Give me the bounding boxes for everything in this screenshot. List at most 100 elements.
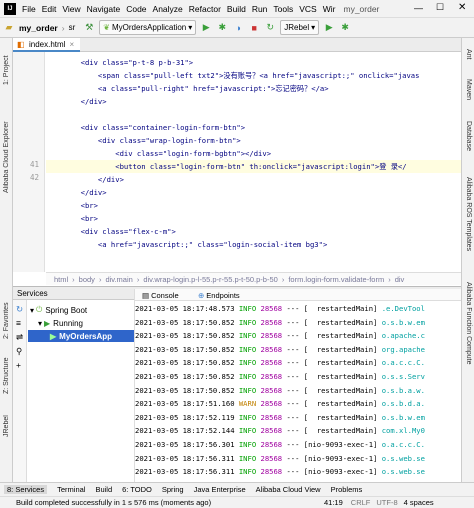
crumb-div-main[interactable]: div.main [105,275,132,284]
log-line: 2021-03-05 18:17:51.160 WARN 28568 --- [… [135,398,461,410]
crumb-body[interactable]: body [79,275,95,284]
breadcrumb-src[interactable]: sr [69,23,76,32]
log-thread: [ restartedMain] [303,372,378,381]
maximize-icon[interactable]: ☐ [436,2,444,13]
tool-tab-jrebel[interactable]: JRebel [0,408,13,444]
menu-edit[interactable]: Edit [42,4,57,14]
refresh-icon[interactable]: ↻ [16,304,23,315]
stop-icon[interactable]: ■ [248,22,260,34]
hammer-icon[interactable]: ⚒ [83,22,95,34]
tool-tab-project[interactable]: 1: Project [0,40,13,100]
run-icon[interactable]: ▶ [200,22,212,34]
log-timestamp: 2021-03-05 18:17:50.852 [135,372,235,381]
minimize-icon[interactable]: — [414,3,423,13]
close-icon[interactable]: ✕ [458,2,466,13]
log-class: o.s.b.a.w. [381,385,425,395]
editor-tab-label: index.html [29,39,66,49]
bottom-tab-java-enterprise[interactable]: Java Enterprise [194,485,246,494]
code-line: </div> [46,175,124,184]
breadcrumb-project[interactable]: my_order [19,23,58,33]
tool-tab-database[interactable]: Database [462,114,474,158]
main-toolbar: ▰ my_order › sr ⚒ ❦ MyOrdersApplication … [0,18,474,38]
editor-tab-index-html[interactable]: ◧ index.html × [13,38,81,52]
tree-running[interactable]: ▾ ▶ Running [38,317,83,329]
log-level: INFO [238,344,257,354]
intellij-logo-icon: IJ [4,2,16,15]
tool-tab-ros-templates[interactable]: Alibaba ROS Templates [462,164,474,264]
log-pid: 28568 [260,385,283,395]
log-thread: [ restartedMain] [303,344,378,354]
tree-spring-boot[interactable]: ▾ ⏻ Spring Boot [30,304,87,316]
code-line: <br> [46,201,98,210]
bottom-tab-alibaba-cloud-view[interactable]: Alibaba Cloud View [256,485,321,494]
expand-all-icon[interactable]: ≡ [16,318,21,328]
tool-tab-maven[interactable]: Maven [462,72,474,108]
crumb-div-wrap[interactable]: div.wrap-login.p-l-55.p-r-55.p-t-50.p-b-… [143,275,278,284]
debug-icon[interactable]: ✱ [216,22,228,34]
menu-analyze[interactable]: Analyze [153,4,183,14]
log-pid: 28568 [260,453,283,463]
crumb-div[interactable]: div [395,275,405,284]
log-separator: --- [286,358,300,368]
menu-tools[interactable]: Tools [273,4,293,14]
filter-icon[interactable]: ⚲ [16,346,22,357]
crumb-form[interactable]: form.login-form.validate-form [288,275,384,284]
menu-code[interactable]: Code [126,4,146,14]
file-encoding[interactable]: UTF-8 [376,498,397,507]
jrebel-debug-icon[interactable]: ✱ [339,22,351,34]
line-number: 42 [29,173,39,182]
tool-tab-favorites[interactable]: 2: Favorites [0,296,13,346]
log-level: INFO [238,426,257,436]
right-tool-strip: Ant Maven Database Alibaba ROS Templates… [461,38,474,482]
tool-tab-structure[interactable]: Z: Structure [0,350,13,402]
bottom-tab-todo[interactable]: 6: TODO [122,485,152,494]
tool-tab-alibaba-explorer[interactable]: Alibaba Cloud Explorer [0,102,13,212]
line-separator[interactable]: CRLF [351,498,371,507]
collapse-all-icon[interactable]: ⇌ [16,332,23,343]
log-class: o.apache.c [381,331,425,341]
log-level: INFO [238,317,257,327]
bottom-tab-problems[interactable]: Problems [331,485,363,494]
jrebel-run-icon[interactable]: ▶ [323,22,335,34]
tool-tab-function-compute[interactable]: Alibaba Function Compute [462,270,474,376]
cursor-position[interactable]: 41:19 [324,498,343,507]
rerun-icon[interactable]: ↻ [264,22,276,34]
bottom-tab-build[interactable]: Build [95,485,112,494]
bottom-tab-services[interactable]: 8: Services [4,485,48,494]
log-timestamp: 2021-03-05 18:17:50.852 [135,358,235,368]
code-editor[interactable]: <div class="p-t-8 p-b-31"> <span class="… [46,52,461,272]
jrebel-select[interactable]: JRebel ▾ [280,20,320,35]
menu-view[interactable]: View [62,4,80,14]
menu-bar: File Edit View Navigate Code Analyze Ref… [22,4,341,14]
log-thread: [ restartedMain] [303,304,378,313]
code-line: </div> [46,97,107,106]
tool-tab-ant[interactable]: Ant [462,42,474,66]
log-line: 2021-03-05 18:17:50.852 INFO 28568 --- [… [135,385,461,397]
log-class: o.s.s.Serv [381,372,425,381]
run-config-select[interactable]: ❦ MyOrdersApplication ▾ [99,20,197,35]
menu-vcs[interactable]: VCS [299,4,316,14]
indent-setting[interactable]: 4 spaces [404,498,434,507]
log-class: o.a.c.c.C. [381,440,425,449]
menu-build[interactable]: Build [227,4,246,14]
console-output[interactable]: 2021-03-05 18:17:48.573 INFO 28568 --- [… [134,300,461,482]
tab-close-icon[interactable]: × [69,40,74,49]
add-icon[interactable]: + [16,360,21,370]
bottom-tab-terminal[interactable]: Terminal [57,485,85,494]
crumb-html[interactable]: html [54,275,68,284]
bottom-tab-spring[interactable]: Spring [162,485,184,494]
menu-refactor[interactable]: Refactor [189,4,221,14]
coverage-icon[interactable]: ◑ [232,22,244,34]
log-class: o.s.b.w.em [381,412,425,422]
tree-my-orders-app[interactable]: ▶ MyOrdersApp [28,330,134,342]
log-thread: [ restartedMain] [303,331,378,341]
log-separator: --- [286,344,300,354]
menu-file[interactable]: File [22,4,36,14]
menu-navigate[interactable]: Navigate [87,4,121,14]
title-bar: IJ File Edit View Navigate Code Analyze … [0,0,474,18]
menu-run[interactable]: Run [252,4,268,14]
chevron-down-icon: ▾ [311,23,316,32]
menu-window[interactable]: Wir [323,4,336,14]
tab-console-label: Console [151,291,179,300]
